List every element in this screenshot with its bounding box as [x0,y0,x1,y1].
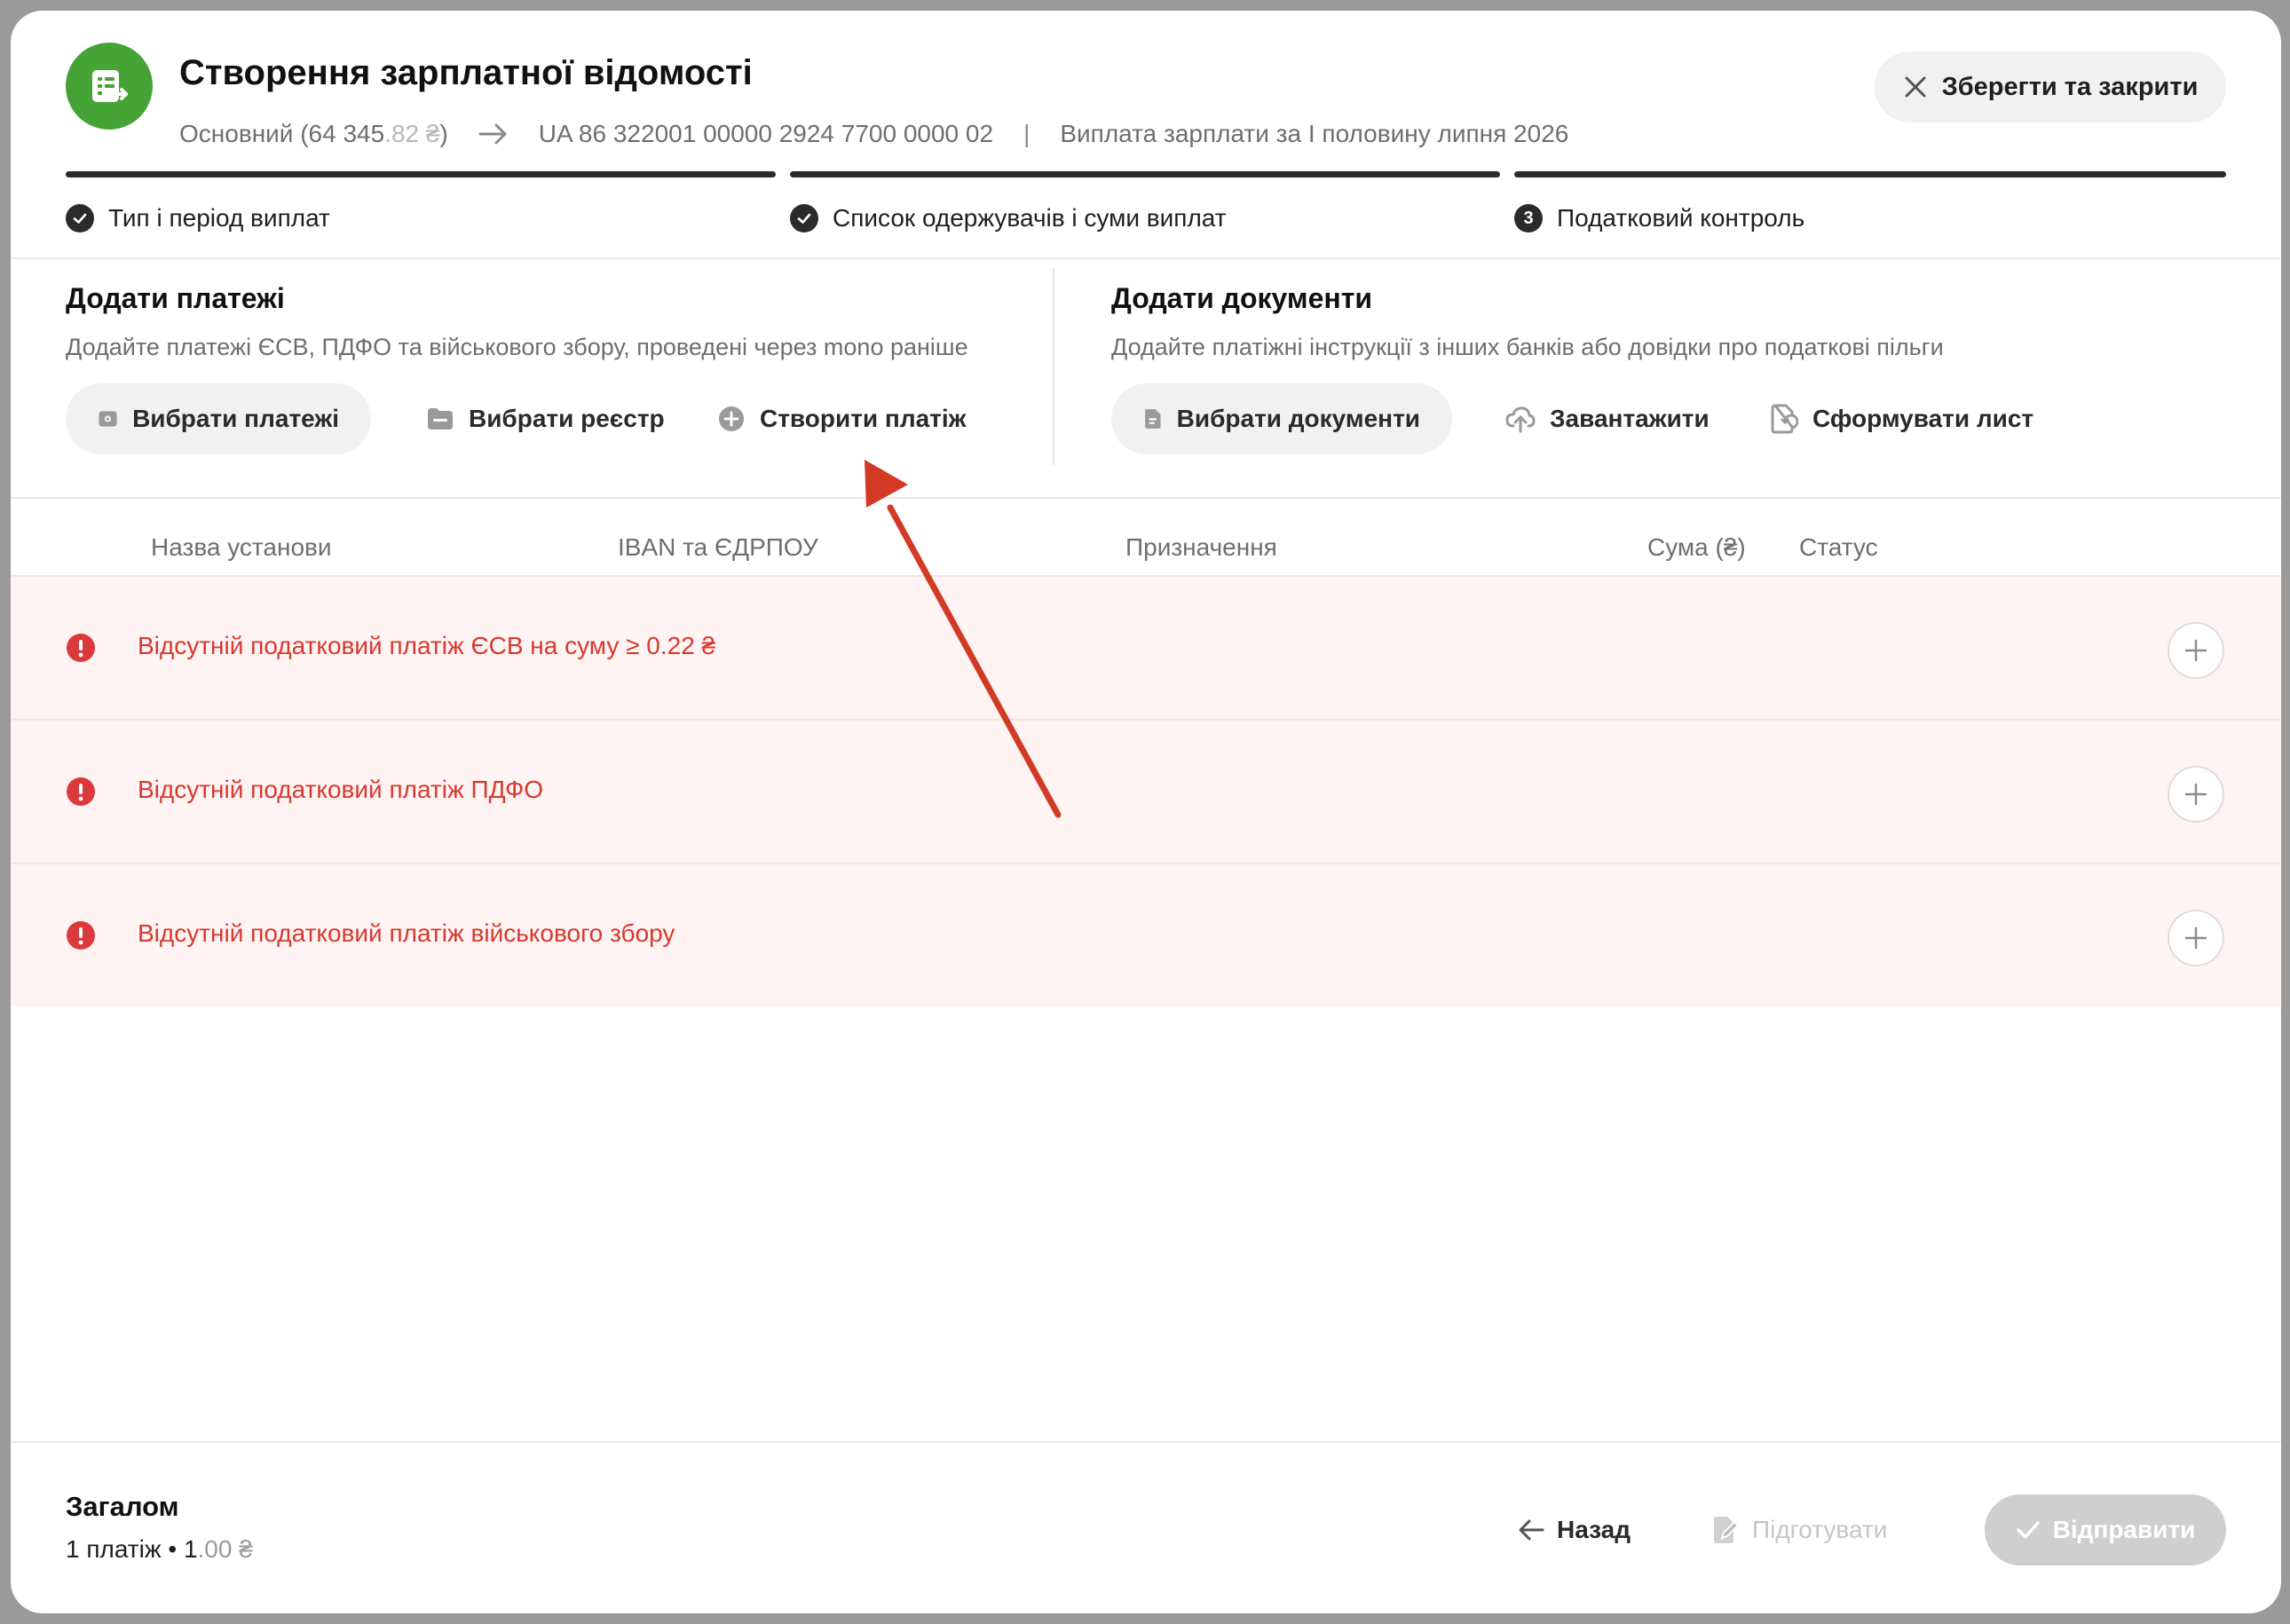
upload-button[interactable]: Завантажити [1505,383,1710,454]
error-icon [67,634,95,662]
select-payments-button[interactable]: Вибрати платежі [66,383,371,454]
recipient-iban: UA 86 322001 00000 2924 7700 0000 02 [538,120,994,147]
total-label: Загалом [66,1491,179,1522]
add-payments-title: Додати платежі [66,282,285,314]
footer-divider [11,1441,2281,1443]
row-error-message: Відсутній податковий платіж військового … [138,919,675,947]
select-documents-button[interactable]: Вибрати документи [1111,383,1452,454]
row-error-message: Відсутній податковий платіж ЄСВ на суму … [138,632,716,659]
add-payment-row-button[interactable] [2168,766,2224,823]
check-icon [2016,1521,2040,1539]
plus-circle-icon [719,406,744,431]
error-icon [67,777,95,806]
step-progress-3 [1514,171,2226,177]
column-purpose: Призначення [1125,533,1277,561]
cloud-upload-icon [1505,406,1536,433]
arrow-right-icon [478,122,509,146]
close-icon [1905,76,1926,98]
check-circle-icon [66,204,94,233]
column-status: Статус [1799,533,1878,561]
column-amount: Сума (₴) [1647,533,1746,561]
list-export-icon [92,70,128,102]
step-progress-1 [66,171,776,177]
add-documents-title: Додати документи [1111,282,1373,314]
arrow-left-icon [1519,1519,1544,1541]
plus-icon [2184,926,2207,950]
check-circle-icon [790,204,818,233]
table-row: Відсутній податковий платіж ПДФО [11,719,2281,863]
row-error-message: Відсутній податковий платіж ПДФО [138,776,544,803]
plus-icon [2184,639,2207,662]
page-title: Створення зарплатної відомості [179,53,753,92]
subline-separator: | [1023,120,1030,147]
generate-letter-button[interactable]: Сформувати лист [1770,383,2033,454]
add-payments-description: Додайте платежі ЄСВ, ПДФО та військового… [66,334,968,360]
prepare-button[interactable]: Підготувати [1711,1494,1887,1565]
folder-icon [428,408,453,430]
error-icon [67,921,95,950]
document-edit-icon [1714,1517,1740,1543]
column-iban-edrpou: IBAN та ЄДРПОУ [618,533,818,561]
step-number-badge: 3 [1514,204,1543,233]
payment-card-icon [99,411,117,427]
step-progress-2 [790,171,1500,177]
section-divider [11,497,2281,499]
column-institution: Назва установи [151,533,332,561]
select-registry-button[interactable]: Вибрати реєстр [426,383,665,454]
account-name: Основний (64 345.82 ₴) [179,120,448,147]
table-row: Відсутній податковий платіж військового … [11,863,2281,1006]
save-and-close-button[interactable]: Зберегти та закрити [1875,51,2226,122]
statement-subline: Основний (64 345.82 ₴) UA 86 322001 0000… [179,120,1568,148]
salary-statement-modal: Створення зарплатної відомості Основний … [11,11,2281,1613]
sections-divider [1053,268,1054,465]
step-recipients[interactable]: Список одержувачів і суми виплат [790,204,1227,233]
document-generate-icon [1771,404,1798,434]
plus-icon [2184,783,2207,806]
step-type-period[interactable]: Тип і період виплат [66,204,330,233]
create-payment-button[interactable]: Створити платіж [717,383,967,454]
header-divider [11,257,2281,259]
add-payment-row-button[interactable] [2168,910,2224,966]
step-tax-control[interactable]: 3 Податковий контроль [1514,204,1804,233]
add-payment-row-button[interactable] [2168,622,2224,679]
total-summary: 1 платіж • 1.00 ₴ [66,1535,253,1563]
payment-purpose: Виплата зарплати за I половину липня 202… [1060,120,1569,147]
table-row: Відсутній податковий платіж ЄСВ на суму … [11,575,2281,719]
statement-logo [66,43,153,130]
document-icon [1145,409,1161,429]
send-button[interactable]: Відправити [1985,1494,2226,1565]
back-button[interactable]: Назад [1518,1494,1631,1565]
add-documents-description: Додайте платіжні інструкції з інших банк… [1111,334,1944,360]
